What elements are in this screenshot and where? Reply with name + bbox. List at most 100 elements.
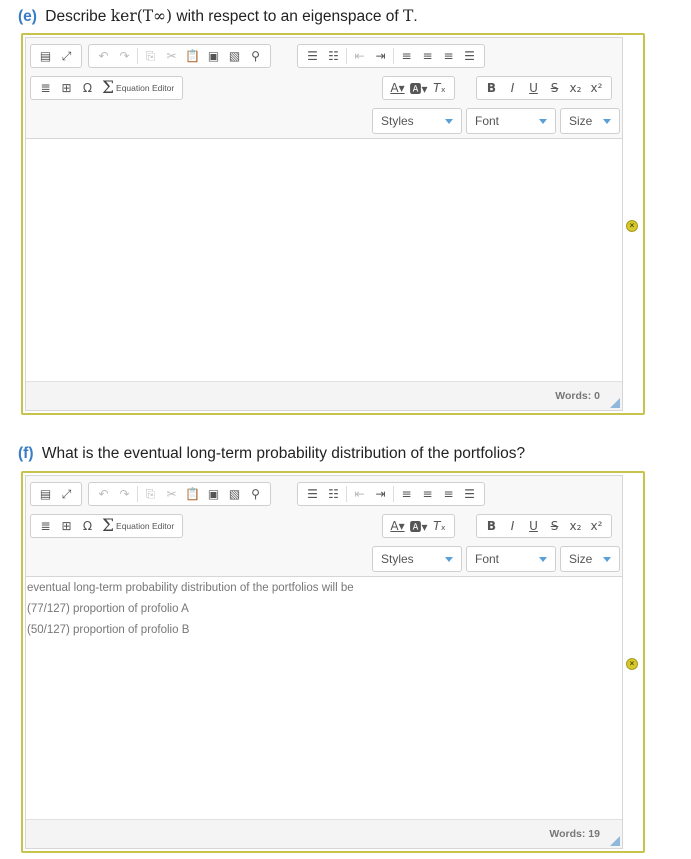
size-dropdown[interactable]: Size [560,546,620,572]
editor-content[interactable] [26,139,622,382]
paste-icon[interactable]: 📋 [182,46,203,66]
toolbar-group-insert: ≣ ⊞ Ω Σ Equation Editor [30,514,184,538]
paste-text-icon[interactable]: ▣ [203,46,224,66]
size-dropdown[interactable]: Size [560,108,620,134]
remove-format-icon[interactable]: Tₓ [429,516,450,536]
cut-icon[interactable]: ✂ [161,484,182,504]
align-center-icon[interactable]: ≡ [417,484,438,504]
paste-word-icon[interactable]: ▧ [224,484,245,504]
horizontal-line-icon[interactable]: ≣ [35,516,56,536]
answer-line: eventual long-term probability distribut… [27,582,354,594]
editor-footer: Words: 0 [26,381,622,410]
toolbar-group-clipboard: ↶ ↷ ⎘ ✂ 📋 ▣ ▧ ⚲ [88,44,271,68]
copy-icon[interactable]: ⎘ [140,484,161,504]
table-icon[interactable]: ⊞ [56,516,77,536]
table-icon[interactable]: ⊞ [56,78,77,98]
subscript-icon[interactable]: x₂ [565,78,586,98]
editor-footer: Words: 19 [26,819,622,848]
undo-icon[interactable]: ↶ [93,484,114,504]
bold-icon[interactable]: B [481,516,502,536]
numbered-list-icon[interactable]: ☰ [302,484,323,504]
font-label: Font [475,114,500,128]
question-e: (e) Describe ker(T∞) with respect to an … [18,7,418,26]
superscript-icon[interactable]: x² [586,516,607,536]
copy-icon[interactable]: ⎘ [140,46,161,66]
align-right-icon[interactable]: ≡ [438,484,459,504]
bulleted-list-icon[interactable]: ☷ [323,46,344,66]
bg-color-icon[interactable]: 🅰▾ [408,516,429,536]
source-icon[interactable]: ▤ [35,484,56,504]
editor-toolbar: ▤ ⤢ ↶ ↷ ⎘ ✂ 📋 ▣ ▧ ⚲ ☰ ☷ ⇤ ⇥ ≡ ≡ ≡ ☰ ≣ ⊞ … [26,476,622,577]
styles-dropdown[interactable]: Styles [372,108,462,134]
caret-down-icon [539,118,547,124]
question-label: (e) [18,8,37,25]
cut-icon[interactable]: ✂ [161,46,182,66]
italic-icon[interactable]: I [502,516,523,536]
indent-icon[interactable]: ⇥ [370,46,391,66]
maximize-icon[interactable]: ⤢ [56,484,77,504]
font-dropdown[interactable]: Font [466,546,556,572]
answer-line: (50/127) proportion of profolio B [27,624,190,636]
superscript-icon[interactable]: x² [586,78,607,98]
caret-down-icon [539,556,547,562]
maximize-icon[interactable]: ⤢ [56,46,77,66]
justify-icon[interactable]: ☰ [459,46,480,66]
paste-text-icon[interactable]: ▣ [203,484,224,504]
underline-icon[interactable]: U [523,516,544,536]
paste-icon[interactable]: 📋 [182,484,203,504]
math-expression-2: T [403,7,414,25]
question-label: (f) [18,445,34,462]
size-label: Size [569,552,593,566]
caret-down-icon [445,118,453,124]
question-text: Describe [45,8,107,25]
styles-label: Styles [381,114,414,128]
bulleted-list-icon[interactable]: ☷ [323,484,344,504]
styles-dropdown[interactable]: Styles [372,546,462,572]
italic-icon[interactable]: I [502,78,523,98]
align-left-icon[interactable]: ≡ [396,46,417,66]
numbered-list-icon[interactable]: ☰ [302,46,323,66]
paste-word-icon[interactable]: ▧ [224,46,245,66]
word-count: Words: 0 [555,390,600,402]
caret-down-icon [445,556,453,562]
resize-handle-icon[interactable] [610,398,620,408]
toolbar-group-paragraph: ☰ ☷ ⇤ ⇥ ≡ ≡ ≡ ☰ [297,44,485,68]
bold-icon[interactable]: B [481,78,502,98]
underline-icon[interactable]: U [523,78,544,98]
text-color-icon[interactable]: A▾ [387,516,408,536]
special-char-icon[interactable]: Ω [77,516,98,536]
remove-format-icon[interactable]: Tₓ [429,78,450,98]
editor-content[interactable]: eventual long-term probability distribut… [26,577,622,820]
word-count: Words: 19 [549,828,600,840]
horizontal-line-icon[interactable]: ≣ [35,78,56,98]
styles-label: Styles [381,552,414,566]
special-char-icon[interactable]: Ω [77,78,98,98]
find-icon[interactable]: ⚲ [245,46,266,66]
redo-icon[interactable]: ↷ [114,46,135,66]
align-center-icon[interactable]: ≡ [417,46,438,66]
text-color-icon[interactable]: A▾ [387,78,408,98]
subscript-icon[interactable]: x₂ [565,516,586,536]
align-right-icon[interactable]: ≡ [438,46,459,66]
find-icon[interactable]: ⚲ [245,484,266,504]
toolbar-group-document: ▤ ⤢ [30,482,82,506]
toolbar-group-clipboard: ↶ ↷ ⎘ ✂ 📋 ▣ ▧ ⚲ [88,482,271,506]
justify-icon[interactable]: ☰ [459,484,480,504]
outdent-icon[interactable]: ⇤ [349,484,370,504]
strike-icon[interactable]: S [544,516,565,536]
undo-icon[interactable]: ↶ [93,46,114,66]
bg-color-icon[interactable]: 🅰▾ [408,78,429,98]
source-icon[interactable]: ▤ [35,46,56,66]
resize-handle-icon[interactable] [610,836,620,846]
outdent-icon[interactable]: ⇤ [349,46,370,66]
align-left-icon[interactable]: ≡ [396,484,417,504]
redo-icon[interactable]: ↷ [114,484,135,504]
indent-icon[interactable]: ⇥ [370,484,391,504]
toolbar-group-paragraph: ☰ ☷ ⇤ ⇥ ≡ ≡ ≡ ☰ [297,482,485,506]
editor-toolbar: ▤ ⤢ ↶ ↷ ⎘ ✂ 📋 ▣ ▧ ⚲ ☰ ☷ ⇤ ⇥ ≡ ≡ ≡ ☰ ≣ ⊞ … [26,38,622,139]
strike-icon[interactable]: S [544,78,565,98]
toolbar-group-document: ▤ ⤢ [30,44,82,68]
equation-editor-button[interactable]: Σ Equation Editor [98,78,178,98]
font-dropdown[interactable]: Font [466,108,556,134]
equation-editor-button[interactable]: Σ Equation Editor [98,516,178,536]
